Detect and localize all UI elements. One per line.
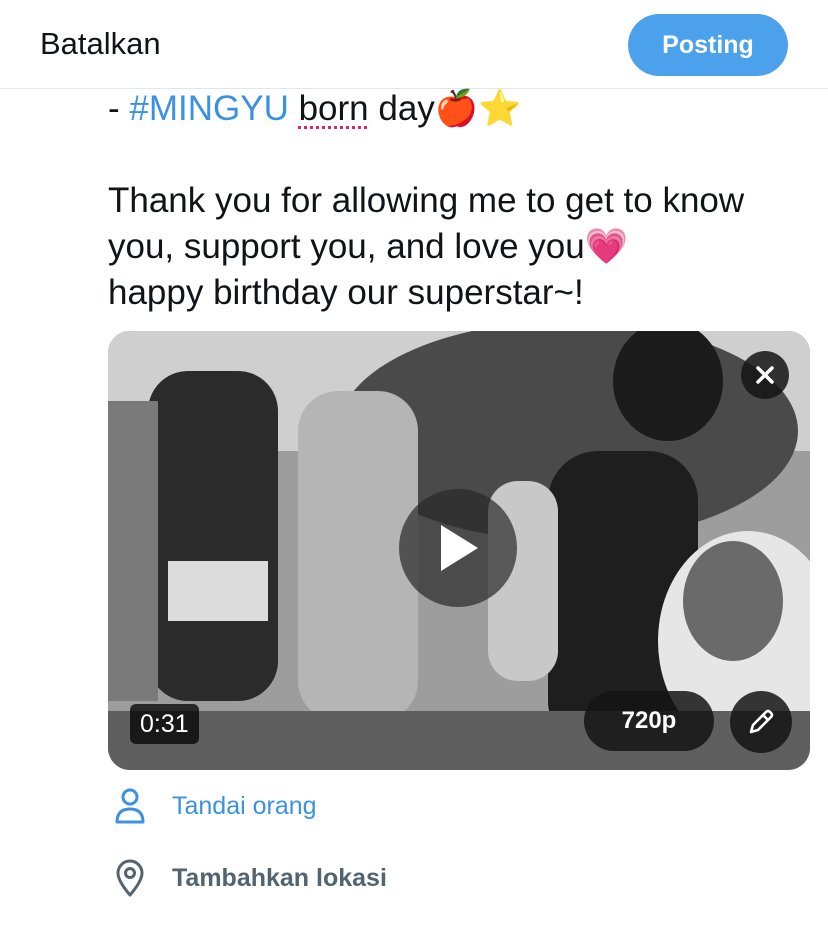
hashtag-link[interactable]: #MINGYU bbox=[129, 89, 288, 128]
person-icon bbox=[112, 786, 148, 826]
line3-text: you, support you, and love you bbox=[108, 227, 585, 266]
tag-people-option[interactable]: Tandai orang bbox=[112, 786, 317, 826]
edit-media-button[interactable] bbox=[730, 691, 792, 753]
apple-emoji-icon: 🍎 bbox=[434, 89, 479, 129]
add-location-option[interactable]: Tambahkan lokasi bbox=[112, 858, 387, 898]
line1-prefix: - bbox=[108, 89, 130, 128]
post-button[interactable]: Posting bbox=[628, 14, 788, 76]
star-emoji-icon: ⭐ bbox=[478, 89, 522, 129]
tweet-compose-text[interactable]: - #MINGYU born day🍎⭐ Thank you for allow… bbox=[108, 88, 808, 316]
compose-line-3: you, support you, and love you💗 bbox=[108, 224, 808, 270]
play-icon bbox=[441, 525, 478, 571]
quality-button[interactable]: 720p bbox=[584, 691, 714, 751]
line1-suffix: day bbox=[368, 89, 435, 128]
cancel-button[interactable]: Batalkan bbox=[40, 26, 161, 62]
compose-header: Batalkan Posting bbox=[0, 0, 828, 89]
pencil-icon bbox=[749, 709, 774, 734]
heart-emoji-icon: 💗 bbox=[584, 227, 629, 267]
video-attachment[interactable]: 0:31 720p bbox=[108, 331, 810, 770]
compose-line-4: happy birthday our superstar~! bbox=[108, 273, 584, 312]
compose-line-1: - #MINGYU born day🍎⭐ bbox=[108, 86, 808, 132]
play-button[interactable] bbox=[399, 489, 517, 607]
spellcheck-word[interactable]: born bbox=[299, 89, 369, 128]
tag-people-label: Tandai orang bbox=[172, 791, 317, 820]
remove-video-button[interactable] bbox=[741, 351, 789, 399]
close-icon bbox=[756, 366, 774, 384]
video-duration: 0:31 bbox=[130, 704, 199, 744]
compose-line-2: Thank you for allowing me to get to know bbox=[108, 181, 745, 220]
add-location-label: Tambahkan lokasi bbox=[172, 863, 387, 892]
location-pin-icon bbox=[112, 858, 148, 898]
